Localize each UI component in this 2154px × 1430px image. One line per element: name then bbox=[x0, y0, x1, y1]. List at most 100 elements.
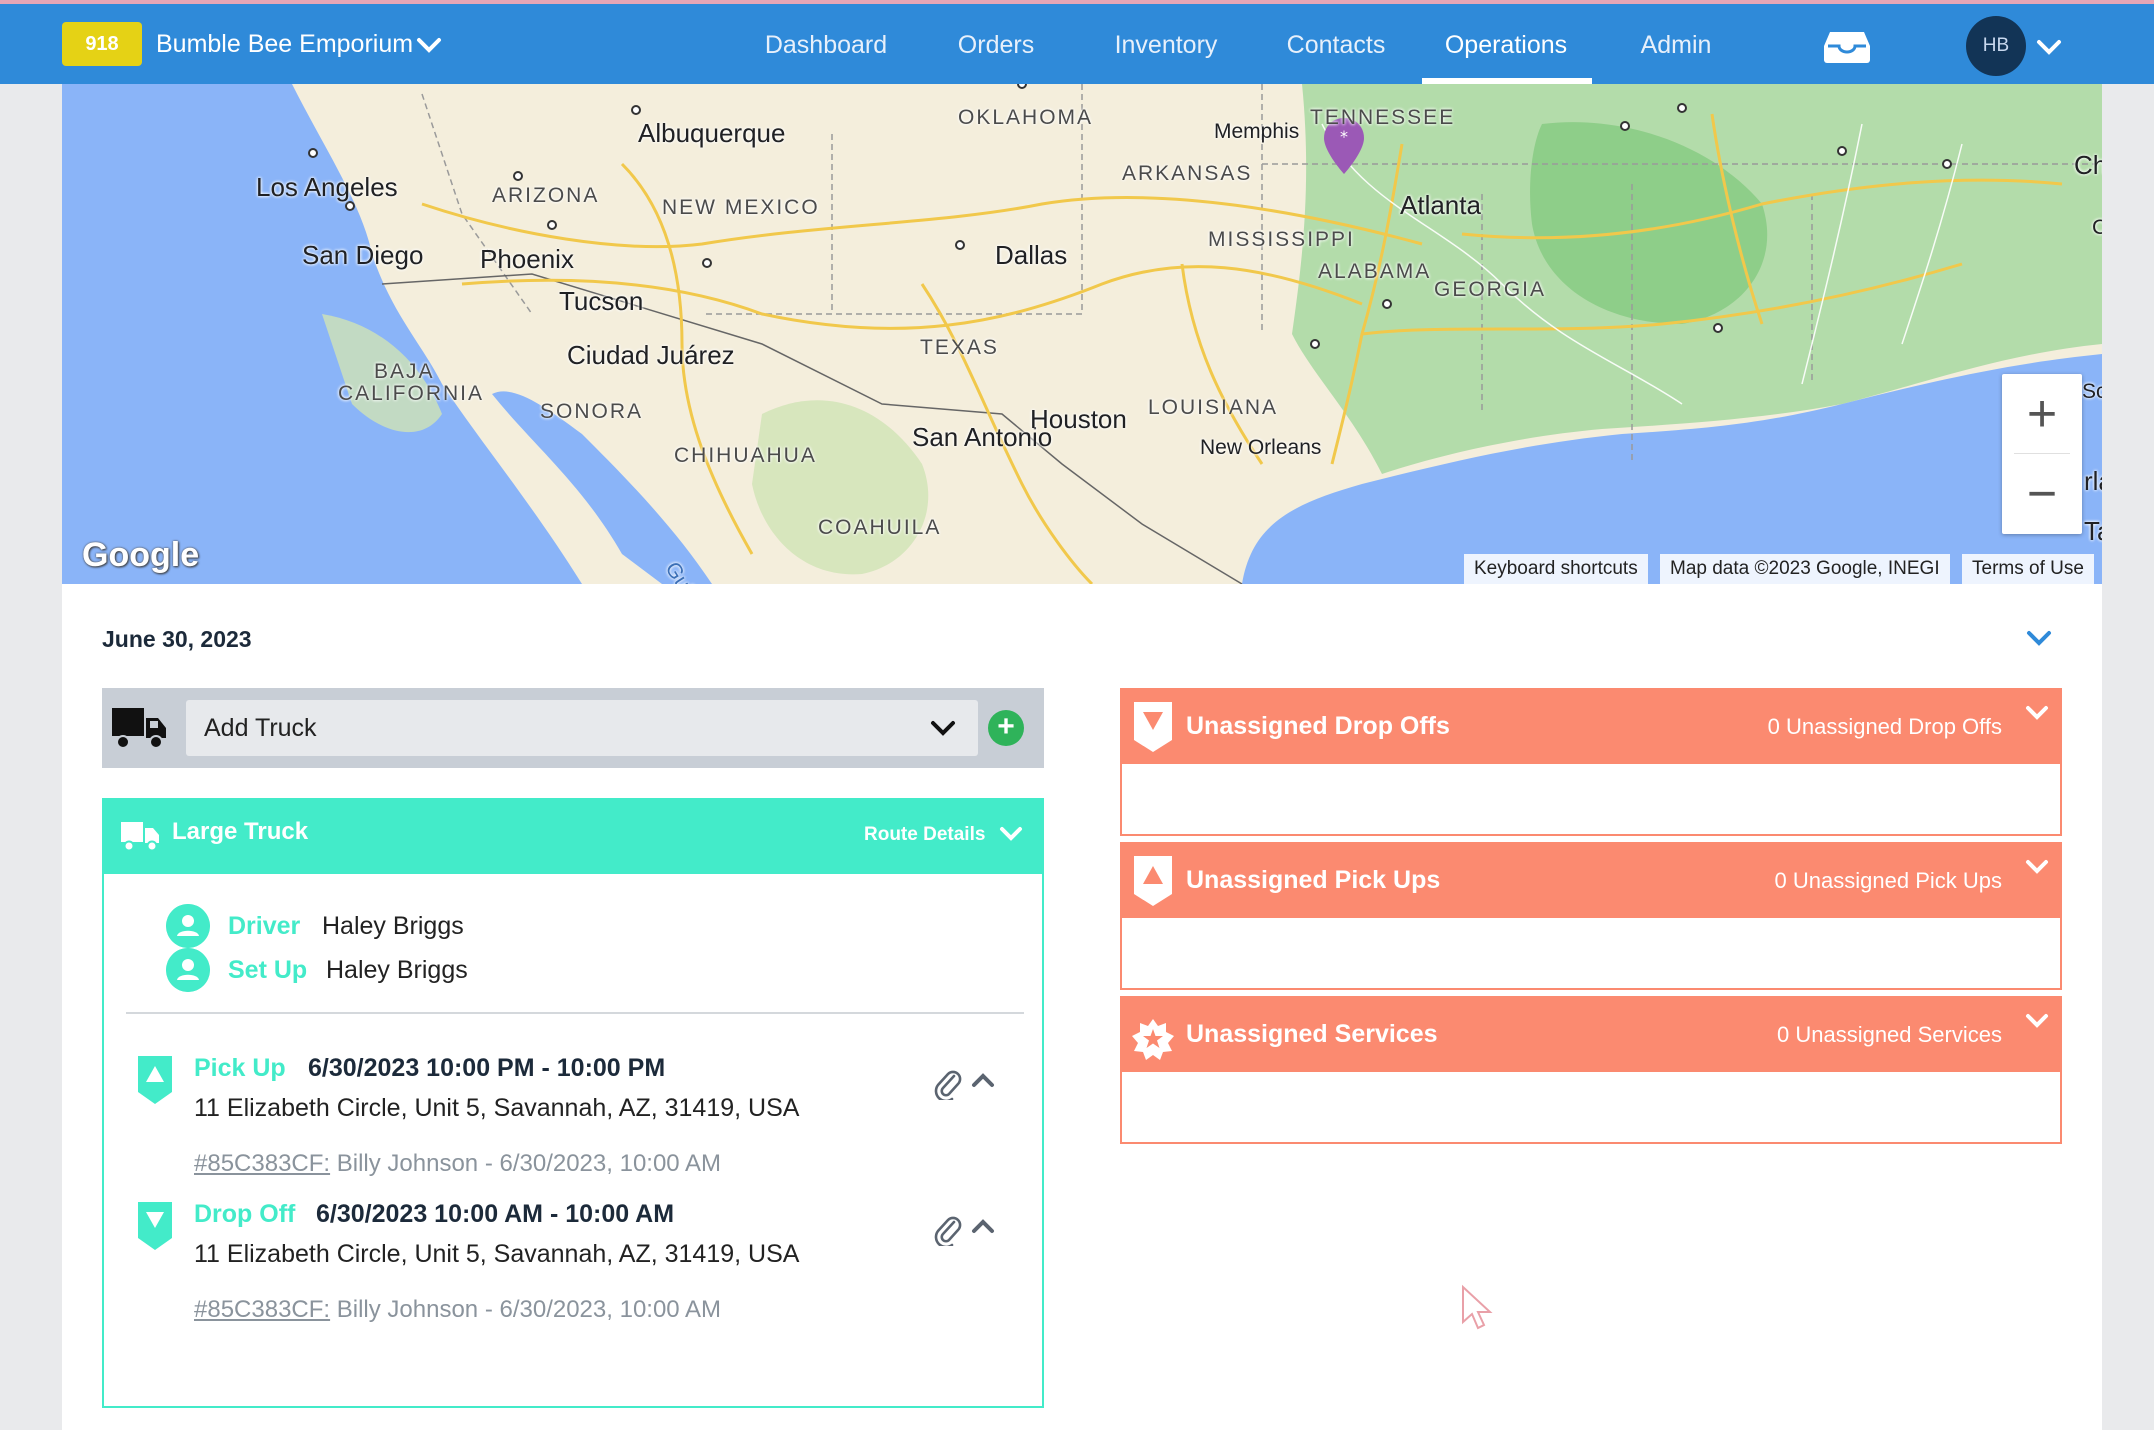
paperclip-icon[interactable] bbox=[934, 1068, 962, 1100]
drop-off-icon bbox=[1134, 702, 1172, 752]
map-state-label: TEXAS bbox=[920, 336, 999, 359]
chevron-down-icon[interactable] bbox=[2024, 702, 2050, 724]
map-state-label: TENNESSEE bbox=[1310, 106, 1456, 129]
map-city-label: New Orleans bbox=[1200, 436, 1322, 459]
unassigned-drop-offs-header[interactable]: Unassigned Drop Offs 0 Unassigned Drop O… bbox=[1122, 690, 2060, 764]
chevron-down-icon[interactable] bbox=[998, 822, 1024, 846]
map-state-label: SONORA bbox=[540, 400, 644, 423]
map-city-label: Atlanta bbox=[1400, 190, 1481, 220]
person-icon bbox=[166, 948, 210, 992]
zoom-out-button[interactable]: − bbox=[2002, 454, 2082, 534]
map-data-attribution: Map data ©2023 Google, INEGI bbox=[1660, 554, 1950, 584]
map-edge-label: Ch bbox=[2074, 150, 2102, 180]
setup-name: Haley Briggs bbox=[326, 956, 468, 984]
user-avatar[interactable]: HB bbox=[1966, 16, 2026, 76]
unassigned-pick-ups-count: 0 Unassigned Pick Ups bbox=[1774, 868, 2002, 893]
map-city-label: Phoenix bbox=[480, 244, 574, 274]
map-state-label: BAJA bbox=[374, 360, 435, 383]
unassigned-services-title: Unassigned Services bbox=[1186, 1020, 1438, 1048]
map-edge-label: rla bbox=[2084, 466, 2102, 496]
terms-of-use-link[interactable]: Terms of Use bbox=[1962, 554, 2094, 584]
inbox-icon[interactable] bbox=[1822, 30, 1872, 64]
stop-time: 6/30/2023 10:00 AM - 10:00 AM bbox=[316, 1200, 675, 1228]
map-city-label: San Diego bbox=[302, 240, 424, 270]
map-city-label: Los Angeles bbox=[256, 172, 398, 202]
truck-icon bbox=[121, 822, 159, 852]
unassigned-drop-offs-panel: Unassigned Drop Offs 0 Unassigned Drop O… bbox=[1120, 688, 2062, 836]
order-reference-link[interactable]: #85C383CF: bbox=[194, 1150, 330, 1177]
unassigned-services-count: 0 Unassigned Services bbox=[1776, 1022, 2002, 1047]
add-truck-label: Add Truck bbox=[204, 714, 317, 742]
route-details-link[interactable]: Route Details bbox=[864, 824, 985, 846]
chevron-down-icon[interactable] bbox=[2034, 34, 2064, 60]
map-city-label: Dallas bbox=[995, 240, 1068, 270]
truck-icon bbox=[112, 708, 166, 749]
unassigned-drop-offs-count: 0 Unassigned Drop Offs bbox=[1767, 714, 2002, 739]
map-city-label: Memphis bbox=[1214, 120, 1300, 143]
google-logo: Google bbox=[82, 536, 200, 574]
order-reference[interactable]: #85C383CF: Billy Johnson - 6/30/2023, 10… bbox=[194, 1296, 721, 1324]
nav-inventory[interactable]: Inventory bbox=[1115, 31, 1218, 60]
map-state-label: ARKANSAS bbox=[1122, 162, 1253, 185]
add-truck-select[interactable]: Add Truck bbox=[186, 700, 978, 756]
account-name[interactable]: Bumble Bee Emporium bbox=[156, 30, 413, 59]
map-city-label: Albuquerque bbox=[638, 118, 786, 148]
chevron-down-icon[interactable] bbox=[2024, 626, 2054, 650]
order-reference-detail: Billy Johnson - 6/30/2023, 10:00 AM bbox=[330, 1296, 721, 1323]
chevron-down-icon[interactable] bbox=[2024, 1010, 2050, 1032]
map-state-label: LOUISIANA bbox=[1148, 396, 1279, 419]
top-navbar: 918 Bumble Bee Emporium Dashboard Orders… bbox=[0, 0, 2154, 84]
chevron-up-icon[interactable] bbox=[970, 1216, 996, 1236]
map-state-label: OKLAHOMA bbox=[958, 106, 1094, 129]
schedule-date: June 30, 2023 bbox=[102, 626, 252, 652]
drop-off-icon bbox=[138, 1202, 172, 1250]
zoom-in-button[interactable]: + bbox=[2002, 374, 2082, 454]
stop-type-label: Drop Off bbox=[194, 1200, 296, 1228]
keyboard-shortcuts-link[interactable]: Keyboard shortcuts bbox=[1464, 554, 1648, 584]
divider bbox=[126, 1012, 1024, 1014]
mouse-cursor-icon bbox=[1462, 1284, 1493, 1330]
order-reference[interactable]: #85C383CF: Billy Johnson - 6/30/2023, 10… bbox=[194, 1150, 721, 1178]
nav-operations[interactable]: Operations bbox=[1445, 31, 1567, 60]
order-reference-link[interactable]: #85C383CF: bbox=[194, 1296, 330, 1323]
unassigned-services-header[interactable]: Unassigned Services 0 Unassigned Service… bbox=[1122, 998, 2060, 1072]
route-map[interactable]: * Los Angeles San Diego Phoenix Tucson A… bbox=[62, 84, 2102, 584]
nav-admin[interactable]: Admin bbox=[1641, 31, 1712, 60]
pick-up-icon bbox=[138, 1056, 172, 1104]
stop-address: 11 Elizabeth Circle, Unit 5, Savannah, A… bbox=[194, 1240, 800, 1268]
unassigned-pick-ups-header[interactable]: Unassigned Pick Ups 0 Unassigned Pick Up… bbox=[1122, 844, 2060, 918]
nav-contacts[interactable]: Contacts bbox=[1287, 31, 1386, 60]
truck-route-card: Large Truck Route Details Driver Haley B… bbox=[102, 798, 1044, 1408]
chevron-down-icon[interactable] bbox=[2024, 856, 2050, 878]
map-city-label: Ciudad Juárez bbox=[567, 340, 735, 370]
map-state-label: ARIZONA bbox=[492, 184, 600, 207]
unassigned-drop-offs-title: Unassigned Drop Offs bbox=[1186, 712, 1450, 740]
map-zoom-control: + − bbox=[2002, 374, 2082, 534]
chevron-down-icon bbox=[931, 721, 955, 736]
nav-dashboard[interactable]: Dashboard bbox=[765, 31, 887, 60]
setup-label: Set Up bbox=[228, 956, 308, 984]
map-state-label: COAHUILA bbox=[818, 516, 942, 539]
map-state-label: CHIHUAHUA bbox=[674, 444, 817, 467]
add-truck-button[interactable]: + bbox=[988, 710, 1024, 746]
map-city-label: Houston bbox=[1030, 404, 1127, 434]
map-edge-label: Tar bbox=[2084, 516, 2102, 546]
stop-address: 11 Elizabeth Circle, Unit 5, Savannah, A… bbox=[194, 1094, 800, 1122]
route-header[interactable]: Large Truck Route Details bbox=[104, 800, 1042, 874]
add-truck-bar: Add Truck + bbox=[102, 688, 1044, 768]
service-star-icon bbox=[1132, 1019, 1174, 1060]
nav-orders[interactable]: Orders bbox=[958, 31, 1034, 60]
map-city-label: Tucson bbox=[559, 286, 644, 316]
paperclip-icon[interactable] bbox=[934, 1214, 962, 1246]
chevron-down-icon[interactable] bbox=[414, 32, 444, 58]
map-state-label: CALIFORNIA bbox=[338, 382, 485, 405]
account-number-badge[interactable]: 918 bbox=[62, 22, 142, 66]
unassigned-pick-ups-panel: Unassigned Pick Ups 0 Unassigned Pick Up… bbox=[1120, 842, 2062, 990]
map-state-label: ALABAMA bbox=[1318, 260, 1432, 283]
stop-type-label: Pick Up bbox=[194, 1054, 286, 1082]
order-reference-detail: Billy Johnson - 6/30/2023, 10:00 AM bbox=[330, 1150, 721, 1177]
map-state-label: NEW MEXICO bbox=[662, 196, 820, 219]
map-edge-label: Sc bbox=[2082, 380, 2102, 403]
chevron-up-icon[interactable] bbox=[970, 1070, 996, 1090]
route-truck-name: Large Truck bbox=[172, 818, 309, 845]
